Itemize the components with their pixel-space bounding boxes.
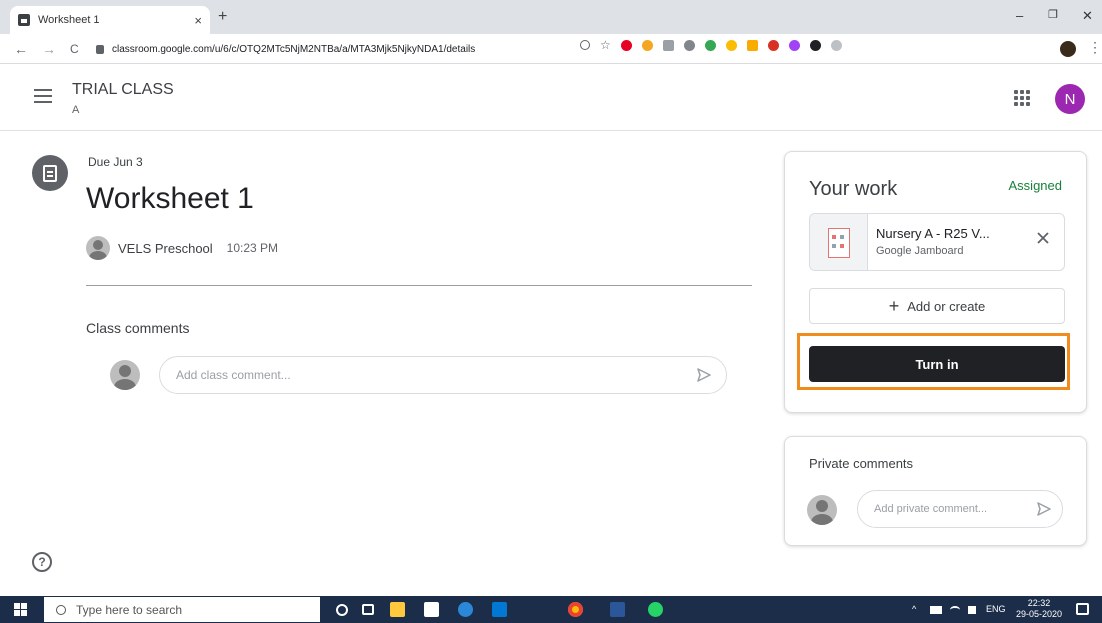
cortana-icon[interactable] xyxy=(336,604,348,616)
tab-close-icon[interactable]: × xyxy=(194,13,202,28)
extension-thumb-icon[interactable] xyxy=(725,39,737,51)
extension-icons: ☆ xyxy=(580,38,842,52)
author-avatar xyxy=(86,236,110,260)
extension-shield-icon[interactable] xyxy=(683,39,695,51)
battery-icon[interactable] xyxy=(930,606,942,614)
private-send-icon[interactable] xyxy=(1036,501,1052,517)
lock-icon xyxy=(96,44,104,54)
profile-avatar[interactable] xyxy=(1060,41,1076,57)
extension-heart-icon[interactable] xyxy=(767,39,779,51)
user-avatar[interactable]: N xyxy=(1055,84,1085,114)
browser-tab[interactable]: Worksheet 1 × xyxy=(10,6,210,34)
windows-taskbar: Type here to search ^ ENG 22:32 29-05-20… xyxy=(0,596,1102,623)
whatsapp-icon[interactable] xyxy=(648,602,663,617)
add-or-create-label: Add or create xyxy=(907,298,986,314)
task-view-icon[interactable] xyxy=(362,604,374,615)
remove-attachment-icon[interactable] xyxy=(1036,231,1050,245)
assignment-title: Worksheet 1 xyxy=(86,182,254,215)
plus-icon: + xyxy=(888,296,900,316)
your-work-card: Your work Assigned Nursery A - R25 V... … xyxy=(784,151,1087,413)
assignment-status: Assigned xyxy=(1008,178,1062,193)
word-icon[interactable] xyxy=(610,602,625,617)
store-icon[interactable] xyxy=(424,602,439,617)
classroom-favicon-icon xyxy=(18,14,30,26)
google-apps-icon[interactable] xyxy=(1014,90,1030,106)
commenter-avatar xyxy=(110,360,140,390)
search-icon xyxy=(56,604,66,615)
tray-chevron-icon[interactable]: ^ xyxy=(912,604,916,614)
clock-time: 22:32 xyxy=(1027,598,1051,608)
language-indicator[interactable]: ENG xyxy=(986,604,1006,614)
private-comments-title: Private comments xyxy=(809,456,914,471)
extension-dark-icon[interactable] xyxy=(809,39,821,51)
taskbar-clock[interactable]: 22:32 29-05-2020 xyxy=(1016,598,1062,620)
attachment-type: Google Jamboard xyxy=(876,245,964,257)
author-name: VELS Preschool xyxy=(118,240,213,256)
clock-date: 29-05-2020 xyxy=(1016,609,1063,619)
turn-in-button[interactable]: Turn in xyxy=(809,346,1065,382)
browser-toolbar: ← → C classroom.google.com/u/6/c/OTQ2MTc… xyxy=(0,34,1102,64)
taskbar-search[interactable]: Type here to search xyxy=(44,597,320,622)
taskbar-search-placeholder: Type here to search xyxy=(76,602,183,617)
file-explorer-icon[interactable] xyxy=(390,602,405,617)
notification-icon[interactable] xyxy=(1076,603,1089,615)
url-text: classroom.google.com/u/6/c/OTQ2MTc5NjM2N… xyxy=(112,43,476,55)
help-icon[interactable]: ? xyxy=(32,552,52,572)
address-bar[interactable]: classroom.google.com/u/6/c/OTQ2MTc5NjM2N… xyxy=(96,38,1016,60)
your-work-title: Your work xyxy=(809,178,898,200)
reload-button[interactable]: C xyxy=(70,42,79,56)
volume-icon[interactable] xyxy=(968,606,976,614)
extension-pen-icon[interactable] xyxy=(788,39,800,51)
minimize-button[interactable]: – xyxy=(1016,8,1023,23)
extension-orange-icon[interactable] xyxy=(641,39,653,51)
class-title[interactable]: TRIAL CLASS xyxy=(72,81,174,99)
screen: Worksheet 1 × + – ❐ ✕ ← → C classroom.go… xyxy=(0,0,1102,623)
menu-icon[interactable] xyxy=(34,89,52,103)
forward-button[interactable]: → xyxy=(42,41,56,57)
class-comment-input[interactable]: Add class comment... xyxy=(159,356,727,394)
private-comment-input[interactable]: Add private comment... xyxy=(857,490,1063,528)
edge-icon[interactable] xyxy=(458,602,473,617)
tab-title: Worksheet 1 xyxy=(38,14,100,26)
private-comments-card: Private comments Add private comment... xyxy=(784,436,1087,546)
extension-light-icon[interactable] xyxy=(830,39,842,51)
attachment-card[interactable]: Nursery A - R25 V... Google Jamboard xyxy=(809,213,1065,271)
class-section: A xyxy=(72,104,80,116)
extension-grey-icon[interactable] xyxy=(662,39,674,51)
due-date: Due Jun 3 xyxy=(88,155,143,169)
post-time: 10:23 PM xyxy=(226,241,279,255)
mail-icon[interactable] xyxy=(492,602,507,617)
class-comments-label: Class comments xyxy=(86,320,190,336)
wifi-icon[interactable] xyxy=(950,606,960,614)
windows-start-icon[interactable] xyxy=(14,603,27,616)
new-tab-button[interactable]: + xyxy=(218,8,227,26)
author-row: VELS Preschool 10:23 PM xyxy=(86,236,278,260)
add-or-create-button[interactable]: + Add or create xyxy=(809,288,1065,324)
private-commenter-avatar xyxy=(807,495,837,525)
maximize-button[interactable]: ❐ xyxy=(1048,8,1058,21)
class-comment-placeholder: Add class comment... xyxy=(176,368,291,382)
back-button[interactable]: ← xyxy=(14,41,28,57)
divider xyxy=(86,285,752,286)
attachment-name: Nursery A - R25 V... xyxy=(876,226,990,241)
pinterest-icon[interactable] xyxy=(620,39,632,51)
zoom-icon[interactable] xyxy=(580,40,590,50)
private-comment-placeholder: Add private comment... xyxy=(874,503,988,515)
extension-box-icon[interactable] xyxy=(746,39,758,51)
chrome-taskbar-icon[interactable] xyxy=(568,602,583,617)
classroom-header: TRIAL CLASS A N xyxy=(0,64,1102,131)
jamboard-thumbnail xyxy=(810,214,868,270)
send-icon[interactable] xyxy=(696,367,712,383)
browser-menu-icon[interactable]: ⋮ xyxy=(1088,39,1102,56)
browser-tab-strip: Worksheet 1 × + – ❐ ✕ xyxy=(0,0,1102,34)
extension-puzzle-icon[interactable] xyxy=(704,39,716,51)
assignment-icon xyxy=(32,155,68,191)
window-close-button[interactable]: ✕ xyxy=(1082,8,1093,24)
